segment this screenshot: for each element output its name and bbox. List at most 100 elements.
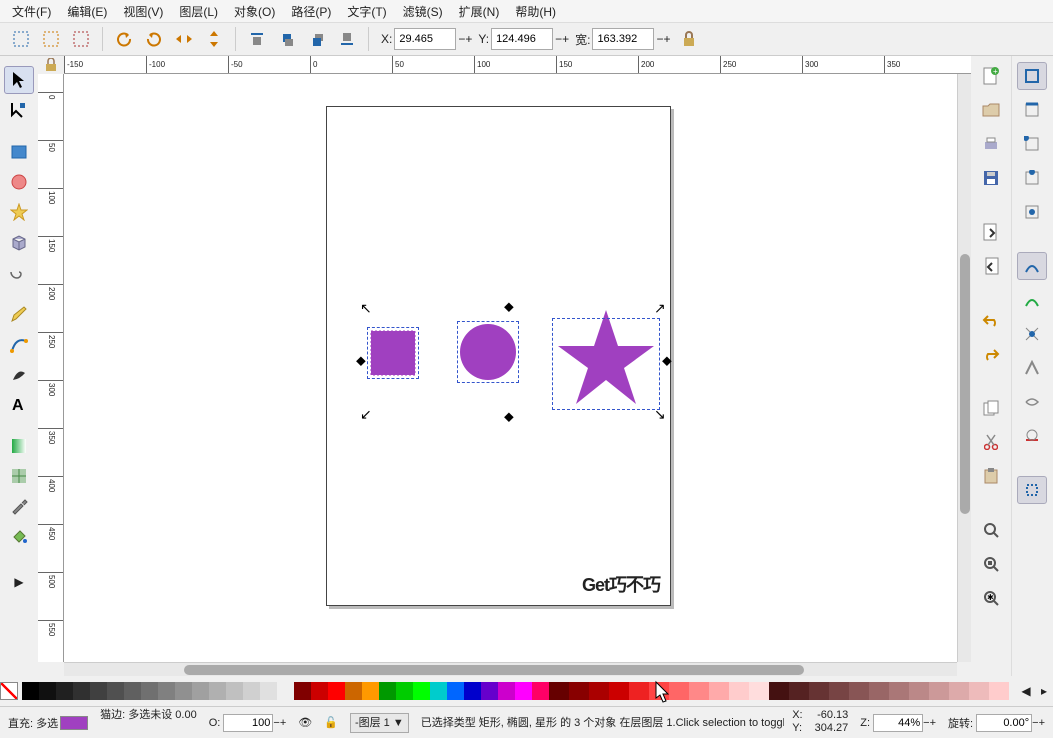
opacity-control[interactable]: O: −+ bbox=[205, 709, 291, 737]
swatch[interactable] bbox=[73, 682, 90, 700]
scrollbar-horizontal[interactable] bbox=[64, 662, 957, 676]
handle-n[interactable]: ⬥ bbox=[504, 300, 516, 312]
star-tool-icon[interactable] bbox=[4, 198, 34, 226]
swatch[interactable] bbox=[260, 682, 277, 700]
swatch[interactable] bbox=[989, 682, 1009, 700]
3dbox-tool-icon[interactable] bbox=[4, 228, 34, 256]
handle-se[interactable]: ↘ bbox=[654, 408, 666, 420]
no-fill-swatch[interactable] bbox=[0, 682, 18, 700]
snap-cusp-icon[interactable] bbox=[1017, 354, 1047, 382]
swatch[interactable] bbox=[629, 682, 649, 700]
swatch[interactable] bbox=[277, 682, 294, 700]
swatch[interactable] bbox=[107, 682, 124, 700]
select-all-icon[interactable] bbox=[8, 26, 34, 52]
select-same-icon[interactable] bbox=[38, 26, 64, 52]
zoom-fit-icon[interactable] bbox=[976, 516, 1006, 544]
snap-edge-icon[interactable] bbox=[1017, 96, 1047, 124]
raise-icon[interactable] bbox=[274, 26, 300, 52]
scrollbar-vertical[interactable] bbox=[957, 74, 971, 662]
swatch[interactable] bbox=[809, 682, 829, 700]
x-minus[interactable]: − bbox=[458, 32, 465, 46]
flip-h-icon[interactable] bbox=[171, 26, 197, 52]
swatch[interactable] bbox=[515, 682, 532, 700]
zoom-plus[interactable]: + bbox=[930, 717, 936, 729]
zoom-control[interactable]: Z: −+ bbox=[856, 709, 940, 737]
swatch[interactable] bbox=[22, 682, 39, 700]
rotate-cw-icon[interactable] bbox=[141, 26, 167, 52]
ruler-vertical[interactable]: 050100150200250300350400450500550 bbox=[38, 74, 64, 662]
lock-icon[interactable] bbox=[676, 26, 702, 52]
swatch[interactable] bbox=[649, 682, 669, 700]
swatch[interactable] bbox=[909, 682, 929, 700]
y-input[interactable] bbox=[491, 28, 553, 50]
canvas[interactable]: Get巧不巧 ↖ ⬥ ↗ ⬥ ⬥ ↙ ⬥ ↘ bbox=[64, 74, 957, 662]
opacity-plus[interactable]: + bbox=[280, 717, 286, 729]
save-icon[interactable] bbox=[976, 164, 1006, 192]
menu-path[interactable]: 路径(P) bbox=[283, 1, 339, 22]
swatch[interactable] bbox=[589, 682, 609, 700]
swatch[interactable] bbox=[849, 682, 869, 700]
paintbucket-tool-icon[interactable] bbox=[4, 522, 34, 550]
swatch[interactable] bbox=[39, 682, 56, 700]
handle-s[interactable]: ⬥ bbox=[504, 410, 516, 422]
swatch[interactable] bbox=[175, 682, 192, 700]
copy-icon[interactable] bbox=[976, 394, 1006, 422]
swatch[interactable] bbox=[243, 682, 260, 700]
handle-ne[interactable]: ↗ bbox=[654, 302, 666, 314]
swatch[interactable] bbox=[328, 682, 345, 700]
w-plus[interactable]: + bbox=[663, 32, 670, 46]
menu-layer[interactable]: 图层(L) bbox=[171, 1, 226, 22]
swatch[interactable] bbox=[413, 682, 430, 700]
swatch[interactable] bbox=[498, 682, 515, 700]
menu-help[interactable]: 帮助(H) bbox=[507, 1, 564, 22]
node-tool-icon[interactable] bbox=[4, 96, 34, 124]
redo-icon[interactable] bbox=[976, 340, 1006, 368]
swatch[interactable] bbox=[689, 682, 709, 700]
swatch[interactable] bbox=[192, 682, 209, 700]
swatch[interactable] bbox=[141, 682, 158, 700]
raise-top-icon[interactable] bbox=[244, 26, 270, 52]
menu-view[interactable]: 视图(V) bbox=[115, 1, 171, 22]
spiral-tool-icon[interactable] bbox=[4, 258, 34, 286]
import-icon[interactable] bbox=[976, 218, 1006, 246]
swatch[interactable] bbox=[362, 682, 379, 700]
menu-file[interactable]: 文件(F) bbox=[4, 1, 59, 22]
x-plus[interactable]: + bbox=[465, 32, 472, 46]
snap-corner-icon[interactable] bbox=[1017, 130, 1047, 158]
menu-edit[interactable]: 编辑(E) bbox=[59, 1, 115, 22]
swatch[interactable] bbox=[294, 682, 311, 700]
layer-lock-icon[interactable]: 🔓 bbox=[320, 709, 342, 737]
stroke-indicator[interactable]: 猫边: 多选未设 0.00 bbox=[96, 709, 201, 737]
selector-tool-icon[interactable] bbox=[4, 66, 34, 94]
swatch[interactable] bbox=[709, 682, 729, 700]
swatch[interactable] bbox=[929, 682, 949, 700]
lower-bottom-icon[interactable] bbox=[334, 26, 360, 52]
swatch[interactable] bbox=[789, 682, 809, 700]
swatch[interactable] bbox=[226, 682, 243, 700]
print-icon[interactable] bbox=[976, 130, 1006, 158]
mesh-tool-icon[interactable] bbox=[4, 462, 34, 490]
swatch[interactable] bbox=[729, 682, 749, 700]
swatch[interactable] bbox=[481, 682, 498, 700]
swatch[interactable] bbox=[889, 682, 909, 700]
swatch[interactable] bbox=[447, 682, 464, 700]
expand-toolbox-icon[interactable]: ▶ bbox=[4, 568, 34, 596]
rect-tool-icon[interactable] bbox=[4, 138, 34, 166]
zoom-page-icon[interactable] bbox=[976, 550, 1006, 578]
menu-extension[interactable]: 扩展(N) bbox=[451, 1, 508, 22]
layer-selector[interactable]: -图层 1 ▼ bbox=[350, 713, 409, 733]
y-plus[interactable]: + bbox=[562, 32, 569, 46]
deselect-icon[interactable] bbox=[68, 26, 94, 52]
swatch[interactable] bbox=[379, 682, 396, 700]
swatch[interactable] bbox=[769, 682, 789, 700]
snap-nodes-icon[interactable] bbox=[1017, 252, 1047, 280]
swatch[interactable] bbox=[669, 682, 689, 700]
new-doc-icon[interactable]: + bbox=[976, 62, 1006, 90]
zoom-input[interactable] bbox=[873, 714, 923, 732]
snap-smooth-icon[interactable] bbox=[1017, 388, 1047, 416]
handle-e[interactable]: ⬥ bbox=[662, 354, 674, 366]
flip-v-icon[interactable] bbox=[201, 26, 227, 52]
snap-tangent-icon[interactable] bbox=[1017, 422, 1047, 450]
rotation-input[interactable] bbox=[976, 714, 1032, 732]
swatch[interactable] bbox=[158, 682, 175, 700]
